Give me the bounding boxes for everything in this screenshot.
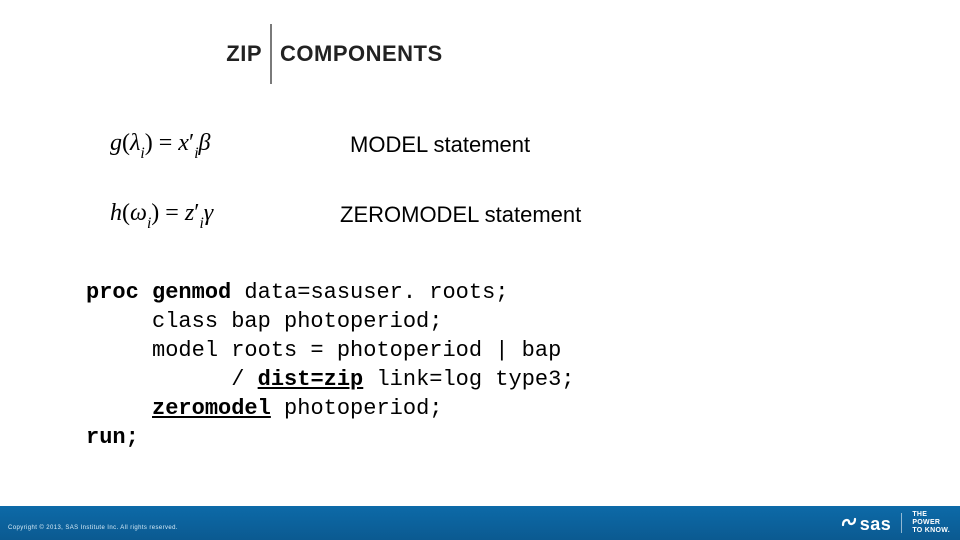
tag-line-1: THE	[912, 511, 950, 519]
label-zeromodel-statement: ZEROMODEL statement	[340, 202, 581, 228]
code-block: proc genmod data=sasuser. roots; class b…	[86, 278, 900, 452]
code-kw-zeromodel: zeromodel	[152, 396, 271, 421]
code-line4c: link=log type3;	[363, 367, 574, 392]
equation-row-zeromodel: h(ωi) = z′iγ ZEROMODEL statement	[110, 200, 581, 231]
slide-title: ZIP COMPONENTS	[0, 24, 960, 84]
brand-divider	[901, 513, 902, 533]
code-line5a	[86, 396, 152, 421]
title-left: ZIP	[0, 24, 272, 84]
equation-row-model: g(λi) = x′iβ MODEL statement	[110, 130, 530, 161]
sas-swoosh-icon	[840, 513, 858, 531]
equation-g: g(λi) = x′iβ	[110, 130, 280, 161]
title-right: COMPONENTS	[272, 24, 443, 84]
equation-h: h(ωi) = z′iγ	[110, 200, 280, 231]
code-kw-dist-zip: dist=zip	[258, 367, 364, 392]
brand-area: sas THE POWER TO KNOW	[840, 506, 950, 540]
code-line5c: photoperiod;	[271, 396, 443, 421]
tag-line-2: POWER	[912, 519, 950, 527]
code-kw-proc-genmod: proc genmod	[86, 280, 231, 305]
code-line2: class bap photoperiod;	[86, 309, 442, 334]
code-line4a: /	[86, 367, 258, 392]
code-line3: model roots = photoperiod | bap	[86, 338, 561, 363]
sas-logo-text: sas	[860, 514, 892, 535]
footer-bar: Copyright © 2013, SAS Institute Inc. All…	[0, 506, 960, 540]
label-model-statement: MODEL statement	[350, 132, 530, 158]
brand-tagline: THE POWER TO KNOW	[912, 511, 950, 534]
code-kw-run: run;	[86, 425, 139, 450]
copyright-text: Copyright © 2013, SAS Institute Inc. All…	[8, 525, 178, 531]
tag-line-3: TO KNOW	[912, 527, 950, 535]
sas-logo: sas	[840, 512, 892, 535]
code-line1-rest: data=sasuser. roots;	[231, 280, 508, 305]
